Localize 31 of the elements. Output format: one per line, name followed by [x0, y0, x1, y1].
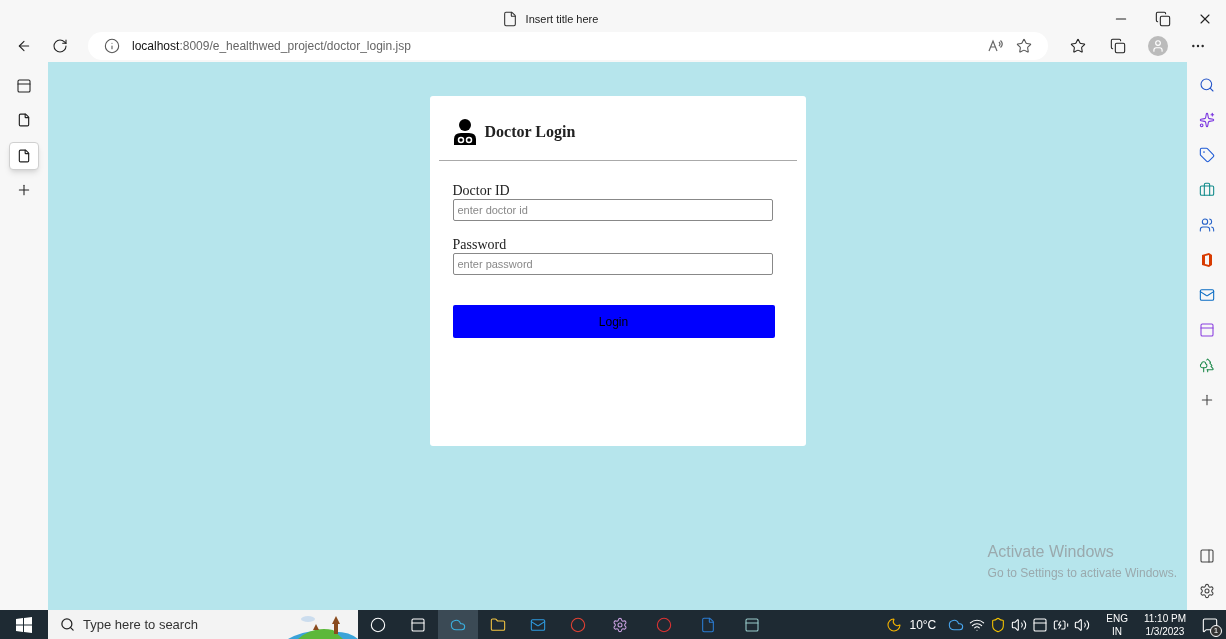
- input-field[interactable]: enter doctor id: [452, 199, 773, 221]
- input-field[interactable]: enter password: [452, 253, 773, 275]
- activation-subtitle: Go to Settings to activate Windows.: [987, 565, 1177, 582]
- speaker-icon[interactable]: [1011, 616, 1028, 633]
- clock-date[interactable]: 1/3/2023: [1145, 624, 1185, 638]
- notification-icon[interactable]: [1202, 616, 1218, 633]
- search-placeholder: Type here to search: [83, 615, 199, 634]
- add-favorite-icon[interactable]: [1016, 38, 1032, 54]
- volume-icon[interactable]: [1074, 616, 1091, 633]
- window-title: Insert title here: [525, 11, 599, 27]
- page-icon: [17, 149, 31, 163]
- field-label: Password: [452, 237, 508, 253]
- notification-badge: 1: [1210, 625, 1222, 637]
- doctor-icon: [452, 119, 477, 145]
- weather-text: 10°C: [909, 616, 937, 634]
- language-text[interactable]: ENG: [1106, 611, 1128, 625]
- address-bar[interactable]: localhost:8009/e_healthwed_project/doctor_login.jsp: [88, 32, 1048, 60]
- search-icon: [60, 617, 75, 632]
- page-icon: [17, 113, 31, 127]
- activation-title: Activate Windows: [987, 542, 1115, 562]
- card-title: Doctor Login: [484, 122, 576, 143]
- url-text: localhost:8009/e_healthwed_project/doctor_login.jsp: [132, 38, 411, 55]
- language-text[interactable]: IN: [1112, 624, 1123, 638]
- clock-time[interactable]: 11:10 PM: [1143, 611, 1186, 625]
- field-label: Doctor ID: [452, 183, 511, 199]
- info-icon: [104, 38, 120, 54]
- vertical-tab[interactable]: [9, 142, 39, 170]
- page-icon: [501, 11, 518, 27]
- read-aloud-icon[interactable]: [988, 39, 1004, 53]
- search-box[interactable]: Type here to search: [48, 610, 358, 639]
- shield-icon[interactable]: [990, 616, 1007, 633]
